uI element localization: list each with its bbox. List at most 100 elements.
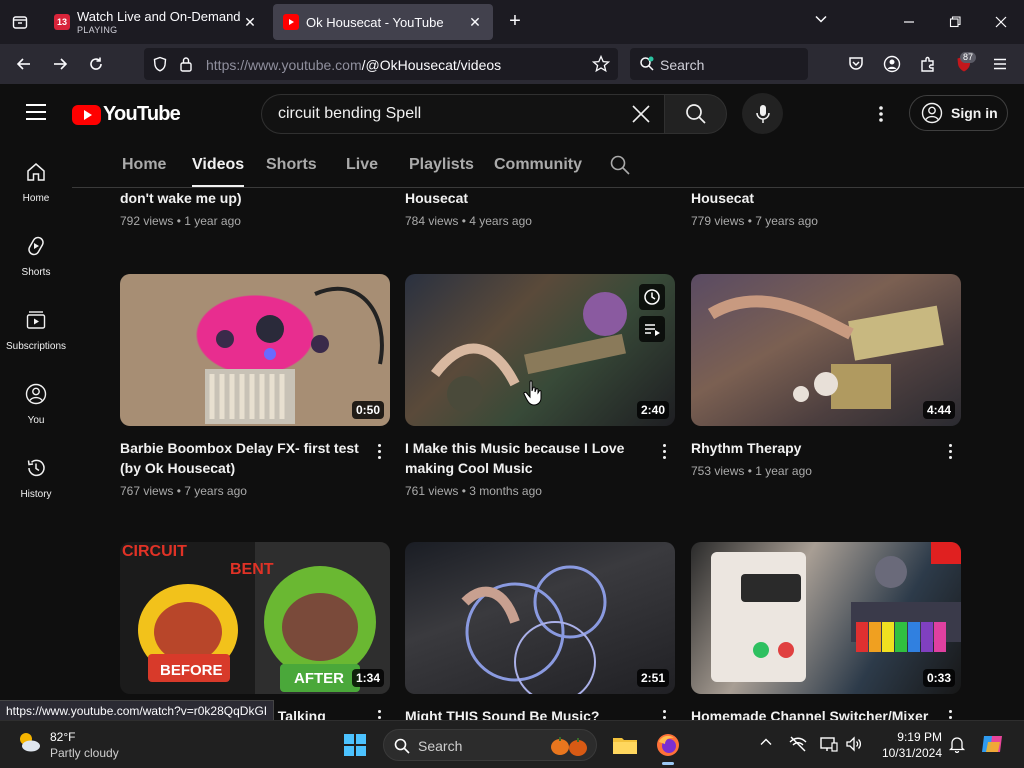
tab-live[interactable]: Live [346, 156, 378, 174]
more-actions-icon[interactable] [943, 708, 957, 720]
clear-search-icon[interactable] [630, 103, 652, 130]
sidebar-item-home[interactable]: Home [0, 142, 72, 212]
volume-icon[interactable] [845, 735, 863, 758]
back-icon[interactable] [12, 52, 36, 76]
video-card[interactable]: CIRCUIT BENT BEFORE AFTER 1:34 i Talking [120, 542, 390, 720]
guide-menu-icon[interactable] [26, 104, 46, 120]
extensions-icon[interactable] [916, 52, 940, 76]
tab-home[interactable]: Home [122, 156, 166, 174]
pocket-icon[interactable] [844, 52, 868, 76]
sidebar-item-label: Subscriptions [5, 341, 67, 352]
close-window-icon[interactable] [989, 10, 1013, 34]
tab-community[interactable]: Community [494, 156, 582, 174]
browser-search-box[interactable]: Search [630, 48, 808, 80]
video-thumbnail[interactable]: 2:40 [405, 274, 675, 426]
add-to-queue-icon[interactable] [639, 316, 665, 342]
video-duration: 2:51 [636, 669, 669, 687]
reload-icon[interactable] [84, 52, 108, 76]
video-grid: don't wake me up) 792 views • 1 year ago… [72, 188, 1024, 720]
video-card[interactable]: 2:51 Might THIS Sound Be Music? please [405, 542, 675, 720]
new-tab-icon[interactable]: + [503, 10, 527, 34]
forward-icon[interactable] [48, 52, 72, 76]
video-title[interactable]: Barbie Boombox Delay FX- first test (by … [120, 438, 390, 478]
show-hidden-icons-chevron-icon[interactable] [759, 735, 773, 754]
network-offline-icon[interactable] [789, 735, 807, 758]
browser-tab-youtube[interactable]: Ok Housecat - YouTube ✕ [273, 4, 493, 40]
close-tab-icon[interactable]: ✕ [242, 14, 258, 31]
video-title[interactable]: don't wake me up) [120, 188, 390, 208]
sidebar-item-you[interactable]: You [0, 364, 72, 434]
video-card[interactable]: 0:50 Barbie Boombox Delay FX- first test… [120, 274, 390, 498]
settings-more-icon[interactable] [872, 104, 890, 124]
tab-videos[interactable]: Videos [192, 156, 245, 187]
video-card[interactable]: 0:33 Homemade Channel Switcher/Mixer by [691, 542, 961, 720]
video-thumbnail[interactable]: 0:50 [120, 274, 390, 426]
restore-icon[interactable] [943, 10, 967, 34]
shorts-icon [0, 232, 72, 260]
video-card[interactable]: 4:44 Rhythm Therapy 753 views • 1 year a… [691, 274, 961, 478]
video-title[interactable]: Might THIS Sound Be Music? please [405, 706, 675, 720]
video-title[interactable]: I Make this Music because I Love making … [405, 438, 675, 478]
video-card[interactable]: 2:40 I Make this Music because I Love ma… [405, 274, 675, 498]
close-tab-icon[interactable]: ✕ [467, 14, 483, 31]
more-actions-icon[interactable] [657, 442, 671, 462]
search-query: circuit bending Spell [278, 105, 422, 122]
firefox-taskbar-icon[interactable] [652, 729, 684, 765]
voice-search-button[interactable] [742, 93, 783, 134]
video-title[interactable]: Housecat [691, 188, 961, 208]
channel-13-favicon-icon: 13 [54, 14, 70, 30]
account-circle-icon [921, 102, 943, 124]
more-actions-icon[interactable] [372, 708, 386, 720]
display-icon[interactable] [820, 735, 838, 758]
video-thumbnail[interactable]: CIRCUIT BENT BEFORE AFTER 1:34 [120, 542, 390, 694]
video-thumbnail[interactable]: 4:44 [691, 274, 961, 426]
sidebar-item-shorts[interactable]: Shorts [0, 216, 72, 286]
tab-shorts[interactable]: Shorts [266, 156, 317, 174]
url-text[interactable]: https://www.youtube.com/@OkHousecat/vide… [206, 57, 501, 73]
address-bar[interactable]: https://www.youtube.com/@OkHousecat/vide… [144, 48, 618, 80]
taskbar-search[interactable]: Search [383, 729, 597, 761]
minimize-icon[interactable] [897, 10, 921, 34]
menu-icon[interactable] [988, 52, 1012, 76]
youtube-search-input[interactable]: circuit bending Spell [261, 94, 666, 134]
video-title[interactable]: Homemade Channel Switcher/Mixer by [691, 706, 961, 720]
youtube-search-button[interactable] [664, 94, 727, 134]
url-path: /@OkHousecat/videos [361, 57, 502, 73]
account-icon[interactable] [880, 52, 904, 76]
hoops-thumbnail-art [461, 565, 607, 694]
chevron-down-icon[interactable] [814, 12, 828, 31]
video-duration: 0:50 [351, 401, 384, 419]
more-actions-icon[interactable] [943, 442, 957, 462]
shield-icon[interactable] [152, 56, 168, 77]
sidebar-item-subscriptions[interactable]: Subscriptions [0, 290, 72, 360]
video-title[interactable]: Housecat [405, 188, 675, 208]
windows-start-icon[interactable] [343, 733, 367, 762]
sidebar-item-label: Home [22, 193, 50, 204]
youtube-logo[interactable]: YouTube [72, 103, 181, 126]
video-card[interactable]: Housecat 779 views • 7 years ago [691, 188, 961, 228]
bookmark-star-icon[interactable] [591, 54, 611, 78]
watch-later-icon[interactable] [639, 284, 665, 310]
browser-tab-watch-live[interactable]: 13 Watch Live and On-Demand Vi PLAYING ✕ [44, 4, 268, 40]
copilot-icon[interactable] [980, 732, 1006, 761]
notification-bell-icon[interactable] [948, 735, 966, 758]
sign-in-button[interactable]: Sign in [909, 95, 1008, 131]
sidebar-item-label: You [27, 415, 45, 426]
more-actions-icon[interactable] [372, 442, 386, 462]
file-explorer-icon[interactable] [609, 729, 641, 761]
video-thumbnail[interactable]: 2:51 [405, 542, 675, 694]
tab-playlists[interactable]: Playlists [409, 156, 474, 174]
video-card[interactable]: Housecat 784 views • 4 years ago [405, 188, 675, 228]
video-thumbnail[interactable]: 0:33 [691, 542, 961, 694]
video-card[interactable]: don't wake me up) 792 views • 1 year ago [120, 188, 390, 228]
channel-search-icon[interactable] [610, 155, 630, 180]
sidebar-item-history[interactable]: History [0, 438, 72, 508]
more-actions-icon[interactable] [657, 708, 671, 720]
tab-title: Watch Live and On-Demand Vi PLAYING [77, 9, 242, 35]
lock-icon[interactable] [179, 56, 193, 77]
taskbar-clock[interactable]: 9:19 PM 10/31/2024 [872, 729, 942, 761]
weather-widget[interactable]: 82°F Partly cloudy [16, 729, 119, 761]
taskbar-search-label: Search [418, 738, 463, 754]
tab-list-icon[interactable] [0, 0, 40, 44]
video-title[interactable]: Rhythm Therapy [691, 438, 961, 458]
